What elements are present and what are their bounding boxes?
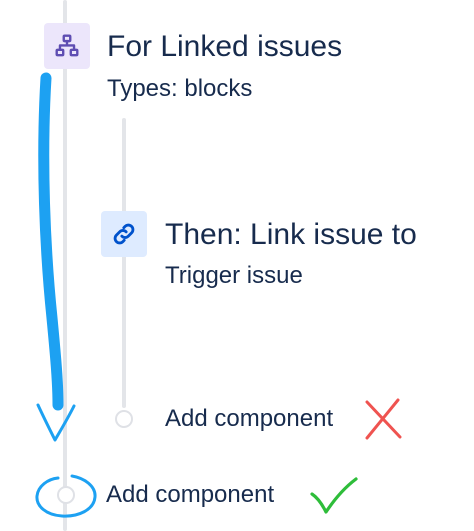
inner-connector-line — [122, 118, 126, 408]
branch-step-subtitle: Types: blocks — [107, 75, 253, 102]
cross-mark-icon — [365, 398, 402, 440]
annotation-blue-arrowhead — [36, 403, 76, 442]
annotation-blue-arrow-line — [38, 72, 64, 411]
action-step-icon-tile[interactable] — [101, 211, 147, 257]
check-mark-icon — [310, 477, 358, 514]
branch-step-title[interactable]: For Linked issues — [107, 30, 342, 64]
add-component-dot-inner[interactable] — [115, 410, 133, 428]
add-component-inner-button[interactable]: Add component — [165, 405, 333, 433]
action-step-subtitle: Trigger issue — [165, 262, 303, 289]
outer-connector-line — [63, 0, 67, 531]
add-component-dot-outer[interactable] — [57, 486, 75, 504]
branch-icon — [55, 34, 79, 57]
action-step-title[interactable]: Then: Link issue to — [165, 218, 417, 252]
automation-rule-canvas: For Linked issues Types: blocks Then: Li… — [0, 0, 474, 531]
link-icon — [113, 223, 135, 245]
branch-step-icon-tile[interactable] — [44, 23, 90, 69]
add-component-outer-button[interactable]: Add component — [106, 481, 274, 509]
